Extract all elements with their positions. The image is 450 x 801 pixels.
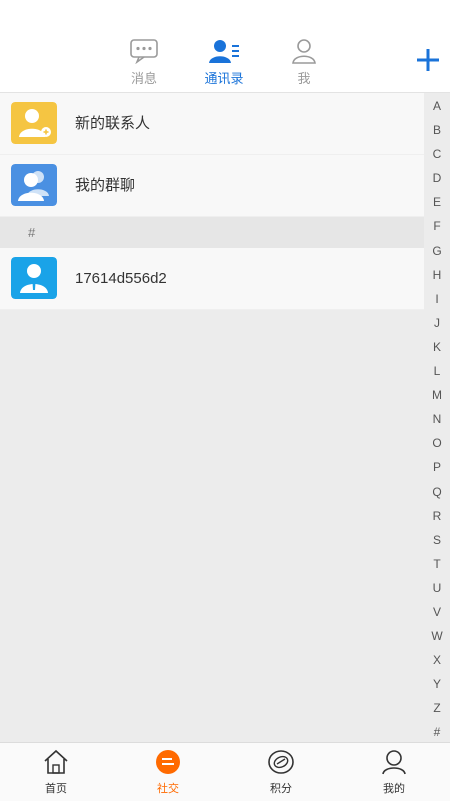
index-letter[interactable]: S [424,528,450,552]
index-letter[interactable]: P [424,455,450,479]
index-letter[interactable]: E [424,190,450,214]
nav-social[interactable]: 社交 [138,749,198,796]
bottom-nav: 首页 社交 积分 我的 [0,742,450,801]
nav-social-label: 社交 [157,783,179,795]
alphabet-index[interactable]: A B C D E F G H I J K L M N O P Q R S T … [424,94,450,744]
index-letter[interactable]: C [424,142,450,166]
index-letter[interactable]: A [424,94,450,118]
new-contacts-row[interactable]: 新的联系人 [0,93,424,155]
plus-icon[interactable] [414,46,442,74]
index-letter[interactable]: Z [424,696,450,720]
tab-me[interactable]: 我 [274,38,334,87]
home-icon [44,749,68,774]
index-letter[interactable]: I [424,287,450,311]
tab-contacts[interactable]: 通讯录 [194,38,254,87]
contact-row[interactable]: 17614d556d2 [0,248,424,310]
contacts-icon [209,40,239,63]
person-icon [292,39,316,64]
nav-home[interactable]: 首页 [26,749,86,796]
row-label: 新的联系人 [75,115,151,132]
mine-icon [382,750,406,775]
index-letter[interactable]: T [424,552,450,576]
contact-name: 17614d556d2 [75,270,167,287]
index-letter[interactable]: Q [424,480,450,504]
index-letter[interactable]: B [424,118,450,142]
row-label: 我的群聊 [75,177,136,194]
index-letter[interactable]: N [424,407,450,431]
points-icon [268,750,294,774]
nav-mine[interactable]: 我的 [364,749,424,796]
tab-messages-label: 消息 [130,71,157,86]
nav-points[interactable]: 积分 [251,749,311,796]
group-chat-icon [11,164,57,206]
index-letter[interactable]: L [424,359,450,383]
new-contact-icon [11,102,57,144]
index-letter[interactable]: V [424,600,450,624]
tab-messages[interactable]: 消息 [114,38,174,87]
index-letter[interactable]: K [424,335,450,359]
section-header-label: # [28,225,36,240]
index-letter[interactable]: X [424,648,450,672]
message-icon [130,39,158,64]
tab-me-label: 我 [297,71,311,86]
index-letter[interactable]: M [424,383,450,407]
group-chat-row[interactable]: 我的群聊 [0,155,424,217]
nav-points-label: 积分 [270,783,292,795]
index-letter[interactable]: W [424,624,450,648]
nav-home-label: 首页 [45,783,67,795]
index-letter[interactable]: Y [424,672,450,696]
index-letter[interactable]: U [424,576,450,600]
section-header: # [0,217,424,248]
index-letter[interactable]: G [424,239,450,263]
index-letter[interactable]: O [424,431,450,455]
tab-contacts-label: 通讯录 [204,71,244,86]
social-icon [156,750,180,774]
index-letter[interactable]: # [424,720,450,744]
index-letter[interactable]: F [424,214,450,238]
index-letter[interactable]: J [424,311,450,335]
index-letter[interactable]: H [424,263,450,287]
nav-mine-label: 我的 [383,783,405,795]
contact-list: 新的联系人 我的群聊 # 17614d556d2 [0,93,424,310]
top-bar: 消息 通讯录 我 [0,0,450,93]
index-letter[interactable]: R [424,504,450,528]
user-avatar-icon [11,257,57,299]
index-letter[interactable]: D [424,166,450,190]
